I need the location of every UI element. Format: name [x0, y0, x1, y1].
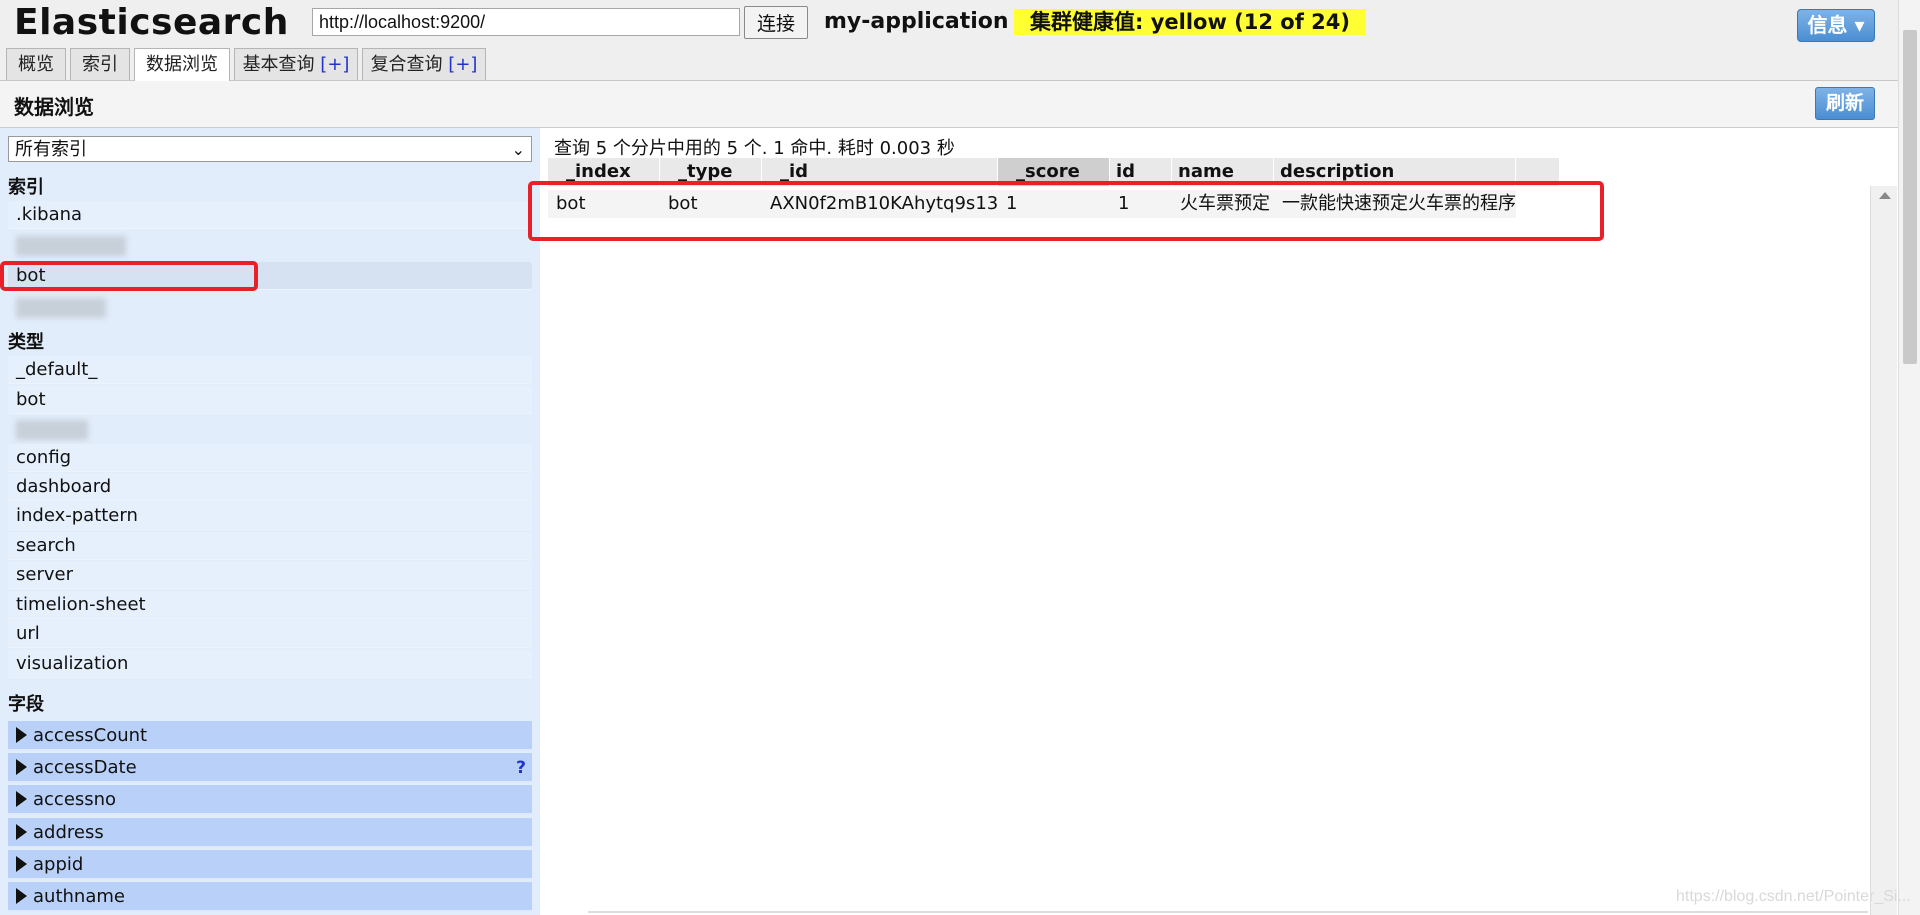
fields-heading: 字段: [8, 694, 44, 715]
sidebar-item-type[interactable]: _default_: [8, 356, 532, 384]
tab-basic-query[interactable]: 基本查询 [+]: [234, 48, 358, 80]
sidebar-item-index-kibana[interactable]: .kibana: [8, 201, 532, 229]
redacted-item: [16, 420, 88, 440]
info-dropdown-button[interactable]: 信息 ▾: [1797, 9, 1875, 42]
chevron-down-icon: ⌄: [511, 140, 525, 159]
tab-indices[interactable]: 索引: [70, 48, 130, 80]
sidebar-item-type[interactable]: timelion-sheet: [8, 591, 532, 619]
expand-triangle-icon: [16, 824, 27, 840]
field-filter-row[interactable]: appid: [8, 850, 532, 880]
page-scrollbar[interactable]: [1898, 0, 1920, 915]
help-icon[interactable]: ?: [516, 753, 526, 783]
sidebar-item-type[interactable]: server: [8, 561, 532, 589]
expand-triangle-icon: [16, 856, 27, 872]
app-title: Elasticsearch: [14, 2, 289, 43]
expand-triangle-icon: [16, 727, 27, 743]
indices-heading: 索引: [8, 177, 44, 198]
field-filter-row[interactable]: address: [8, 818, 532, 848]
field-filter-row[interactable]: accessno: [8, 785, 532, 815]
sidebar-item-type[interactable]: config: [8, 444, 532, 472]
sidebar-item-type[interactable]: search: [8, 532, 532, 560]
expand-triangle-icon: [16, 888, 27, 904]
query-summary: 查询 5 个分片中用的 5 个. 1 命中. 耗时 0.003 秒: [554, 138, 955, 159]
scroll-up-arrow-icon[interactable]: [1879, 192, 1891, 199]
page-scrollbar-thumb[interactable]: [1903, 30, 1917, 364]
page-title: 数据浏览: [14, 95, 94, 119]
tab-data-browser[interactable]: 数据浏览: [134, 48, 230, 81]
tab-compound-query[interactable]: 复合查询 [+]: [362, 48, 486, 80]
sidebar-item-type[interactable]: index-pattern: [8, 502, 532, 530]
section-header: 数据浏览 刷新: [0, 81, 1920, 128]
sidebar-item-type[interactable]: url: [8, 620, 532, 648]
sidebar-item-type[interactable]: visualization: [8, 650, 532, 678]
field-filter-row[interactable]: accessCount: [8, 721, 532, 751]
filter-sidebar: 所有索引 ⌄ 索引 .kibana bot 类型 _default_ bot c…: [0, 128, 540, 915]
highlight-box-selected-index: [0, 261, 258, 291]
results-panel: 查询 5 个分片中用的 5 个. 1 命中. 耗时 0.003 秒 _index…: [540, 128, 1870, 915]
add-basic-query-link[interactable]: [+]: [320, 54, 349, 75]
results-scrollbar[interactable]: [1870, 186, 1897, 915]
highlight-box-result-row: [528, 181, 1604, 241]
app-header: Elasticsearch 连接 my-application 集群健康值: y…: [0, 0, 1920, 81]
tab-overview[interactable]: 概览: [6, 48, 66, 80]
types-heading: 类型: [8, 332, 44, 353]
cluster-url-input[interactable]: [312, 8, 740, 36]
sidebar-item-type[interactable]: bot: [8, 386, 532, 414]
divider: [588, 911, 1868, 913]
field-filter-row[interactable]: accessDate?: [8, 753, 532, 783]
redacted-item: [16, 236, 126, 256]
cluster-name: my-application: [824, 9, 1009, 34]
expand-triangle-icon: [16, 759, 27, 775]
watermark-text: https://blog.csdn.net/Pointer_Si...: [1676, 888, 1911, 905]
index-select[interactable]: 所有索引 ⌄: [8, 136, 532, 162]
connect-button[interactable]: 连接: [744, 6, 808, 39]
sidebar-item-type[interactable]: dashboard: [8, 473, 532, 501]
add-compound-query-link[interactable]: [+]: [448, 54, 477, 75]
cluster-health-badge: 集群健康值: yellow (12 of 24): [1014, 9, 1367, 35]
redacted-item: [16, 298, 106, 318]
field-filter-row[interactable]: authname: [8, 882, 532, 912]
expand-triangle-icon: [16, 791, 27, 807]
refresh-button[interactable]: 刷新: [1815, 87, 1875, 120]
